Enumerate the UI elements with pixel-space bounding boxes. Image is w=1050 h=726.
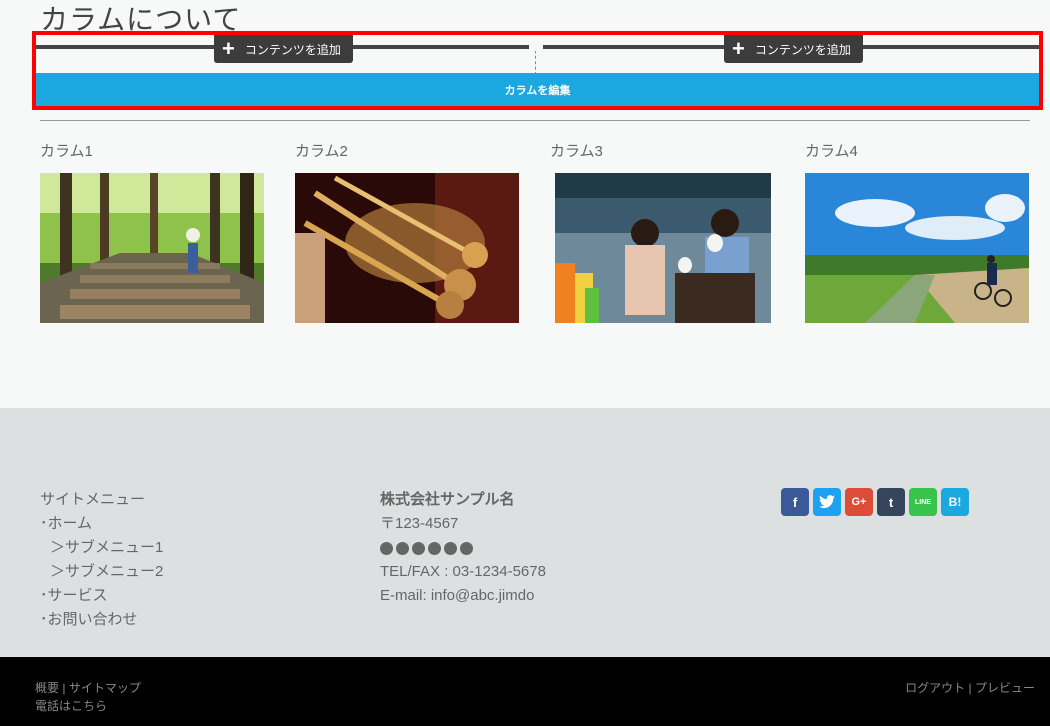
line-icon[interactable]: LINE [909, 488, 937, 516]
column-label: カラム4 [805, 143, 858, 160]
email: E-mail: info@abc.jimdo [380, 587, 535, 604]
column-2[interactable]: カラム2 [295, 140, 519, 323]
about-link[interactable]: 概要 [35, 681, 59, 695]
column-3[interactable]: カラム3 [550, 140, 774, 323]
bottom-links-right: ログアウト | プレビュー [905, 681, 1035, 695]
menu-item-service[interactable]: ･サービス [40, 584, 163, 608]
column-label: カラム1 [40, 143, 93, 160]
column-1[interactable]: カラム1 [40, 140, 264, 323]
facebook-icon[interactable]: f [781, 488, 809, 516]
bottom-bar: 概要 | サイトマップ 電話はこちら ログアウト | プレビュー [0, 657, 1050, 726]
site-menu-title: サイトメニュー [40, 491, 146, 508]
twitter-icon[interactable] [813, 488, 841, 516]
column-label: カラム2 [295, 143, 348, 160]
trumpet-photo[interactable] [295, 173, 519, 323]
add-content-label: コンテンツを追加 [244, 42, 341, 57]
phone-fax: TEL/FAX : 03-1234-5678 [380, 563, 546, 580]
add-content-label: コンテンツを追加 [754, 42, 851, 57]
bottom-links-left: 概要 | サイトマップ 電話はこちら [35, 681, 141, 715]
cycling-photo[interactable] [805, 173, 1029, 323]
menu-item-submenu-1[interactable]: ＞サブメニュー1 [40, 536, 163, 560]
plus-icon: + [732, 36, 745, 61]
column-divider-knob[interactable] [529, 43, 543, 51]
company-info: 株式会社サンプル名 〒123-4567 TEL/FAX : 03-1234-56… [380, 488, 546, 608]
hatena-bookmark-icon[interactable]: B! [941, 488, 969, 516]
plus-icon: + [222, 36, 235, 61]
company-name: 株式会社サンプル名 [380, 491, 515, 508]
menu-item-home[interactable]: ･ホーム [40, 512, 163, 536]
add-content-button-left[interactable]: + コンテンツを追加 [214, 35, 353, 63]
cafe-photo[interactable] [555, 173, 771, 323]
address-placeholder-dots [380, 536, 546, 560]
menu-item-submenu-2[interactable]: ＞サブメニュー2 [40, 560, 163, 584]
sitemap-link[interactable]: サイトマップ [69, 681, 141, 695]
phone-link[interactable]: 電話はこちら [35, 697, 141, 715]
google-plus-icon[interactable]: G+ [845, 488, 873, 516]
postal-code: 〒123-4567 [380, 515, 459, 532]
column-label: カラム3 [550, 143, 603, 160]
divider [40, 120, 1030, 121]
forest-photo[interactable] [40, 173, 264, 323]
logout-link[interactable]: ログアウト [905, 681, 965, 695]
tumblr-icon[interactable]: t [877, 488, 905, 516]
footer: サイトメニュー ･ホーム ＞サブメニュー1 ＞サブメニュー2 ･サービス ･お問… [0, 408, 1050, 657]
social-buttons: f G+ t LINE B! [781, 488, 969, 516]
add-content-button-right[interactable]: + コンテンツを追加 [724, 35, 863, 63]
column-4[interactable]: カラム4 [805, 140, 1029, 323]
menu-item-contact[interactable]: ･お問い合わせ [40, 608, 163, 632]
column-edit-frame: + コンテンツを追加 + コンテンツを追加 カラムを編集 [32, 31, 1043, 110]
edit-columns-button[interactable]: カラムを編集 [36, 73, 1039, 106]
preview-link[interactable]: プレビュー [975, 681, 1035, 695]
site-menu: サイトメニュー ･ホーム ＞サブメニュー1 ＞サブメニュー2 ･サービス ･お問… [40, 488, 163, 632]
